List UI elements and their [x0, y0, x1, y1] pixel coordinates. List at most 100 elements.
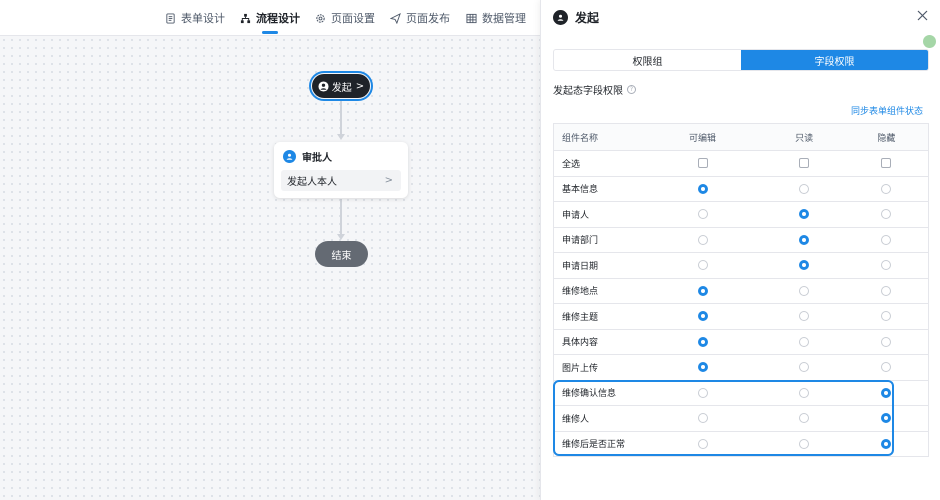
- table-row: 具体内容: [553, 328, 929, 355]
- gear-icon: [315, 13, 326, 24]
- select-all-readonly-checkbox[interactable]: [799, 158, 810, 168]
- readonly-radio[interactable]: [799, 234, 810, 245]
- end-node-label: 结束: [331, 250, 352, 262]
- user-icon: [553, 9, 568, 25]
- column-header-editable: 可编辑: [641, 123, 764, 151]
- tab-page-settings[interactable]: 页面设置: [315, 0, 375, 36]
- readonly-radio[interactable]: [799, 311, 810, 321]
- editable-radio[interactable]: [697, 234, 708, 245]
- sync-form-status-link[interactable]: 同步表单组件状态: [851, 104, 923, 117]
- user-icon: [283, 150, 296, 163]
- tab-label: 数据管理: [482, 12, 526, 25]
- segment-permission-group[interactable]: 权限组: [554, 50, 741, 70]
- start-node[interactable]: 发起 >: [309, 71, 373, 101]
- readonly-radio[interactable]: [799, 209, 810, 219]
- permission-segmented-control: 权限组 字段权限: [553, 49, 929, 71]
- hidden-radio[interactable]: [881, 413, 892, 423]
- editable-radio[interactable]: [697, 336, 708, 347]
- active-tab-indicator: [262, 31, 278, 34]
- flow-canvas[interactable]: [0, 36, 540, 500]
- segment-field-permission[interactable]: 字段权限: [741, 50, 928, 70]
- select-all-editable-checkbox[interactable]: [697, 158, 708, 168]
- table-row: 申请人: [553, 201, 929, 228]
- approver-value-field[interactable]: 发起人本人 >: [281, 170, 401, 191]
- hidden-radio[interactable]: [881, 285, 892, 296]
- user-icon: [318, 80, 329, 92]
- hidden-radio[interactable]: [881, 183, 892, 194]
- document-icon: [165, 12, 176, 24]
- tab-label: 表单设计: [181, 12, 225, 25]
- select-all-row: 全选: [553, 150, 929, 177]
- field-name: 申请日期: [553, 252, 642, 279]
- tab-page-publish[interactable]: 页面发布: [390, 0, 450, 36]
- editable-radio[interactable]: [697, 362, 708, 372]
- readonly-radio[interactable]: [799, 336, 810, 347]
- hidden-radio[interactable]: [881, 336, 892, 347]
- field-permission-table: 组件名称 可编辑 只读 隐藏 全选 基本信息 申请人 申请部门 申请日期 维修地点 维修主…: [553, 123, 929, 457]
- editable-radio[interactable]: [697, 209, 708, 219]
- end-node: 结束: [315, 241, 368, 267]
- connector-arrow: [337, 134, 345, 140]
- table-row: 申请日期: [553, 252, 929, 279]
- hidden-radio[interactable]: [881, 438, 892, 449]
- field-name: 图片上传: [553, 354, 642, 381]
- close-icon[interactable]: [917, 10, 928, 21]
- connector-arrow: [337, 234, 345, 240]
- readonly-radio[interactable]: [799, 260, 810, 270]
- field-name: 维修后是否正常: [553, 430, 642, 457]
- column-header-name: 组件名称: [553, 123, 642, 151]
- approver-node[interactable]: 审批人 发起人本人 >: [274, 142, 408, 198]
- field-name: 维修地点: [553, 277, 642, 304]
- table-row: 维修确认信息: [553, 379, 929, 406]
- editable-radio[interactable]: [697, 260, 708, 270]
- readonly-radio[interactable]: [799, 438, 810, 449]
- table-row: 维修地点: [553, 277, 929, 304]
- hidden-radio[interactable]: [881, 311, 892, 321]
- select-all-hidden-checkbox[interactable]: [881, 158, 892, 168]
- start-node-label: 发起: [331, 82, 352, 94]
- select-all-label: 全选: [553, 150, 642, 177]
- table-row: 维修主题: [553, 303, 929, 330]
- connector-line: [340, 199, 342, 236]
- hidden-radio[interactable]: [881, 260, 892, 270]
- grid-icon: [466, 13, 477, 24]
- table-row: 维修人: [553, 405, 929, 432]
- hidden-radio[interactable]: [881, 209, 892, 219]
- table-row: 维修后是否正常: [553, 430, 929, 457]
- approver-value: 发起人本人: [287, 177, 337, 188]
- table-row: 申请部门: [553, 226, 929, 253]
- status-indicator: [923, 35, 936, 48]
- editable-radio[interactable]: [697, 413, 708, 423]
- tab-label: 流程设计: [256, 12, 300, 25]
- tab-form-design[interactable]: 表单设计: [165, 0, 225, 36]
- hidden-radio[interactable]: [881, 387, 892, 398]
- section-title-text: 发起态字段权限: [553, 86, 623, 97]
- hidden-radio[interactable]: [881, 234, 892, 245]
- chevron-right-icon: >: [384, 175, 393, 186]
- table-row: 图片上传: [553, 354, 929, 381]
- editable-radio[interactable]: [697, 183, 708, 194]
- connector-line: [340, 99, 342, 136]
- readonly-radio[interactable]: [799, 387, 810, 398]
- tab-flow-design[interactable]: 流程设计: [240, 0, 300, 36]
- hidden-radio[interactable]: [881, 362, 892, 372]
- tab-label: 页面发布: [406, 12, 450, 25]
- editable-radio[interactable]: [697, 387, 708, 398]
- tab-data-management[interactable]: 数据管理: [466, 0, 526, 36]
- readonly-radio[interactable]: [799, 285, 810, 296]
- help-icon[interactable]: ?: [627, 85, 636, 94]
- editable-radio[interactable]: [697, 311, 708, 321]
- field-name: 基本信息: [553, 175, 642, 202]
- readonly-radio[interactable]: [799, 183, 810, 194]
- field-name: 申请人: [553, 201, 642, 228]
- table-header-row: 组件名称 可编辑 只读 隐藏: [553, 123, 929, 151]
- readonly-radio[interactable]: [799, 413, 810, 423]
- editable-radio[interactable]: [697, 285, 708, 296]
- column-header-hidden: 隐藏: [844, 123, 929, 151]
- chevron-right-icon: >: [355, 80, 365, 92]
- editable-radio[interactable]: [697, 438, 708, 449]
- panel-title: 发起: [575, 10, 600, 25]
- readonly-radio[interactable]: [799, 362, 810, 372]
- table-row: 基本信息: [553, 175, 929, 202]
- section-title: 发起态字段权限 ?: [553, 82, 636, 97]
